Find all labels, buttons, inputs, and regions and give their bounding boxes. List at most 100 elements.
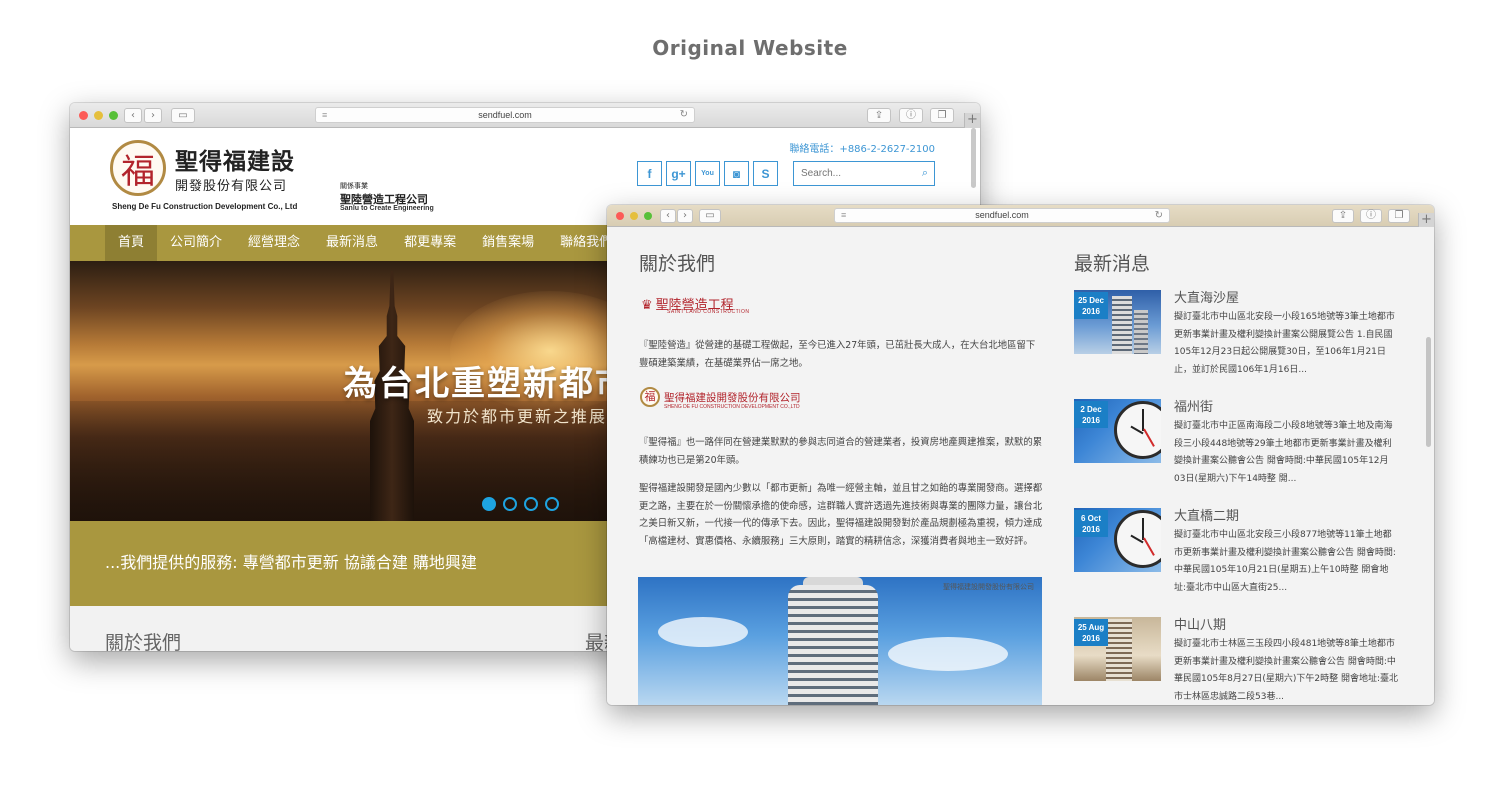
company-logo[interactable]: 福 xyxy=(110,140,166,196)
reload-icon[interactable]: ↻ xyxy=(1155,209,1163,222)
news-excerpt: 擬訂臺北市中山區北安段三小段877地號等11筆土地都市更新事業計畫及權利變換計畫… xyxy=(1174,530,1396,593)
address-bar[interactable]: ≡ sendfuel.com ↻ xyxy=(834,208,1170,223)
date-year: 2016 xyxy=(1082,634,1100,643)
news-title[interactable]: 福州街 xyxy=(1174,396,1213,415)
services-text: ...我們提供的服務: 專營都市更新 協議合建 購地興建 xyxy=(105,553,477,572)
logo-seal-char: 福 xyxy=(121,151,155,192)
news-thumbnail[interactable]: 25 Aug 2016 xyxy=(1074,617,1161,681)
news-item[interactable]: 25 Dec 2016 大直海沙屋 擬訂臺北市中山區北安段一小段165地號等3筆土… xyxy=(1074,290,1404,390)
news-thumbnail[interactable]: 25 Dec 2016 xyxy=(1074,290,1161,354)
sheng-de-fu-logo[interactable]: 福 xyxy=(640,387,660,407)
about-section-title: 關於我們 xyxy=(105,632,182,651)
url-text: sendfuel.com xyxy=(478,110,532,120)
youtube-icon[interactable]: You xyxy=(695,161,720,186)
forward-button[interactable]: › xyxy=(677,209,693,223)
page-heading: Original Website xyxy=(652,36,848,60)
instagram-icon[interactable]: ◙ xyxy=(724,161,749,186)
tabs-overview-icon[interactable]: ❐ xyxy=(930,108,954,123)
facebook-icon[interactable]: f xyxy=(637,161,662,186)
news-title[interactable]: 中山八期 xyxy=(1174,614,1226,633)
nav-item-news[interactable]: 最新消息 xyxy=(313,225,391,261)
close-window-button[interactable] xyxy=(616,212,624,220)
minimize-window-button[interactable] xyxy=(630,212,638,220)
news-excerpt: 擬訂臺北市中正區南海段二小段8地號等3筆土地及南海段三小段448地號等29筆土地… xyxy=(1174,421,1393,484)
company-english-name: Sheng De Fu Construction Development Co.… xyxy=(112,202,298,211)
skype-icon[interactable]: S xyxy=(753,161,778,186)
cloud-shape xyxy=(888,637,1008,671)
new-tab-button[interactable]: + xyxy=(964,113,980,128)
url-text: sendfuel.com xyxy=(975,210,1029,220)
news-title[interactable]: 大直橋二期 xyxy=(1174,505,1239,524)
reader-view-icon[interactable]: ≡ xyxy=(841,209,846,222)
sheng-de-fu-logo-english: SHENG DE FU CONSTRUCTION DEVELOPMENT CO.… xyxy=(664,404,800,410)
photo-watermark: 聖得福建設開發股份有限公司 xyxy=(943,583,1034,591)
share-icon[interactable]: ⇪ xyxy=(867,108,891,123)
building-tower xyxy=(788,585,878,705)
nav-item-about[interactable]: 公司簡介 xyxy=(157,225,235,261)
sidebar-toggle-icon[interactable]: ▭ xyxy=(171,108,195,123)
news-item[interactable]: 25 Aug 2016 中山八期 擬訂臺北市士林區三玉段四小段481地號等8筆土地… xyxy=(1074,617,1404,705)
scrollbar[interactable] xyxy=(1426,337,1431,447)
thumb-building xyxy=(1106,619,1132,681)
date-badge: 6 Oct 2016 xyxy=(1074,510,1108,537)
close-window-button[interactable] xyxy=(79,111,88,120)
date-year: 2016 xyxy=(1082,525,1100,534)
slider-dot-1[interactable] xyxy=(482,497,496,511)
date-day: 2 Dec xyxy=(1080,405,1102,414)
hero-title: 為台北重塑新都市 xyxy=(343,364,631,404)
company-subtitle: 開發股份有限公司 xyxy=(175,179,288,194)
news-thumbnail[interactable]: 2 Dec 2016 xyxy=(1074,399,1161,463)
info-icon[interactable]: ⓘ xyxy=(1360,209,1382,223)
affiliate-label: 關係事業 xyxy=(340,182,368,190)
slider-dot-4[interactable] xyxy=(545,497,559,511)
nav-item-home[interactable]: 首頁 xyxy=(105,225,158,261)
zoom-window-button[interactable] xyxy=(644,212,652,220)
search-input[interactable] xyxy=(794,162,912,185)
zoom-window-button[interactable] xyxy=(109,111,118,120)
sheng-de-fu-logo-char: 福 xyxy=(644,390,656,403)
tabs-overview-icon[interactable]: ❐ xyxy=(1388,209,1410,223)
reload-icon[interactable]: ↻ xyxy=(680,108,688,122)
browser-toolbar: ‹ › ▭ ≡ sendfuel.com ↻ ⇪ ⓘ ❐ + xyxy=(70,103,980,128)
contact-phone[interactable]: 聯絡電話：+886-2-2627-2100 xyxy=(789,140,935,155)
sidebar-toggle-icon[interactable]: ▭ xyxy=(699,209,721,223)
news-excerpt: 擬訂臺北市中山區北安段一小段165地號等3筆土地都市更新事業計畫及權利變換計畫案… xyxy=(1174,312,1395,375)
news-item[interactable]: 2 Dec 2016 福州街 擬訂臺北市中正區南海段二小段8地號等3筆土地及南海段… xyxy=(1074,399,1404,499)
slider-pagination xyxy=(482,497,559,511)
affiliate-english-name: Sanlu to Create Engineering xyxy=(340,205,434,212)
google-plus-icon[interactable]: g+ xyxy=(666,161,691,186)
project-building-photo[interactable]: 聖得福建設開發股份有限公司 xyxy=(638,577,1042,705)
search-icon[interactable]: ⌕ xyxy=(922,166,928,180)
browser-window-about: ‹ › ▭ ≡ sendfuel.com ↻ ⇪ ⓘ ❐ + 關於我們 ♛ 聖陸營… xyxy=(607,205,1434,705)
date-day: 25 Aug xyxy=(1077,623,1105,632)
web-viewport: 關於我們 ♛ 聖陸營造工程 SAINT LAND CONSTRUCTION 『聖陸… xyxy=(607,227,1434,705)
new-tab-button[interactable]: + xyxy=(1418,213,1434,227)
window-controls xyxy=(616,212,652,220)
slider-dot-3[interactable] xyxy=(524,497,538,511)
date-year: 2016 xyxy=(1082,416,1100,425)
news-thumbnail[interactable]: 6 Oct 2016 xyxy=(1074,508,1161,572)
address-bar[interactable]: ≡ sendfuel.com ↻ xyxy=(315,107,695,123)
back-button[interactable]: ‹ xyxy=(124,108,142,123)
share-icon[interactable]: ⇪ xyxy=(1332,209,1354,223)
nav-item-projects[interactable]: 都更專案 xyxy=(391,225,469,261)
hero-subtitle: 致力於都市更新之推展 xyxy=(427,407,608,426)
about-paragraph-1: 『聖陸營造』從營建的基礎工程做起，至今已進入27年頭，已茁壯長大成人，在大台北地… xyxy=(639,340,1036,369)
date-badge: 25 Dec 2016 xyxy=(1074,292,1108,319)
social-links: f g+ You ◙ S xyxy=(637,161,778,186)
sheng-de-fu-logo-text: 聖得福建設開發股份有限公司 xyxy=(664,392,801,404)
nav-item-philosophy[interactable]: 經營理念 xyxy=(235,225,313,261)
scrollbar[interactable] xyxy=(971,128,976,188)
news-title[interactable]: 大直海沙屋 xyxy=(1174,287,1239,306)
minimize-window-button[interactable] xyxy=(94,111,103,120)
slider-dot-2[interactable] xyxy=(503,497,517,511)
back-button[interactable]: ‹ xyxy=(660,209,676,223)
reader-view-icon[interactable]: ≡ xyxy=(322,108,327,122)
info-icon[interactable]: ⓘ xyxy=(899,108,923,123)
news-item[interactable]: 6 Oct 2016 大直橋二期 擬訂臺北市中山區北安段三小段877地號等11筆土… xyxy=(1074,508,1404,608)
date-badge: 2 Dec 2016 xyxy=(1074,401,1108,428)
nav-item-sales[interactable]: 銷售案場 xyxy=(469,225,547,261)
window-controls xyxy=(79,111,118,120)
forward-button[interactable]: › xyxy=(144,108,162,123)
date-badge: 25 Aug 2016 xyxy=(1074,619,1108,646)
